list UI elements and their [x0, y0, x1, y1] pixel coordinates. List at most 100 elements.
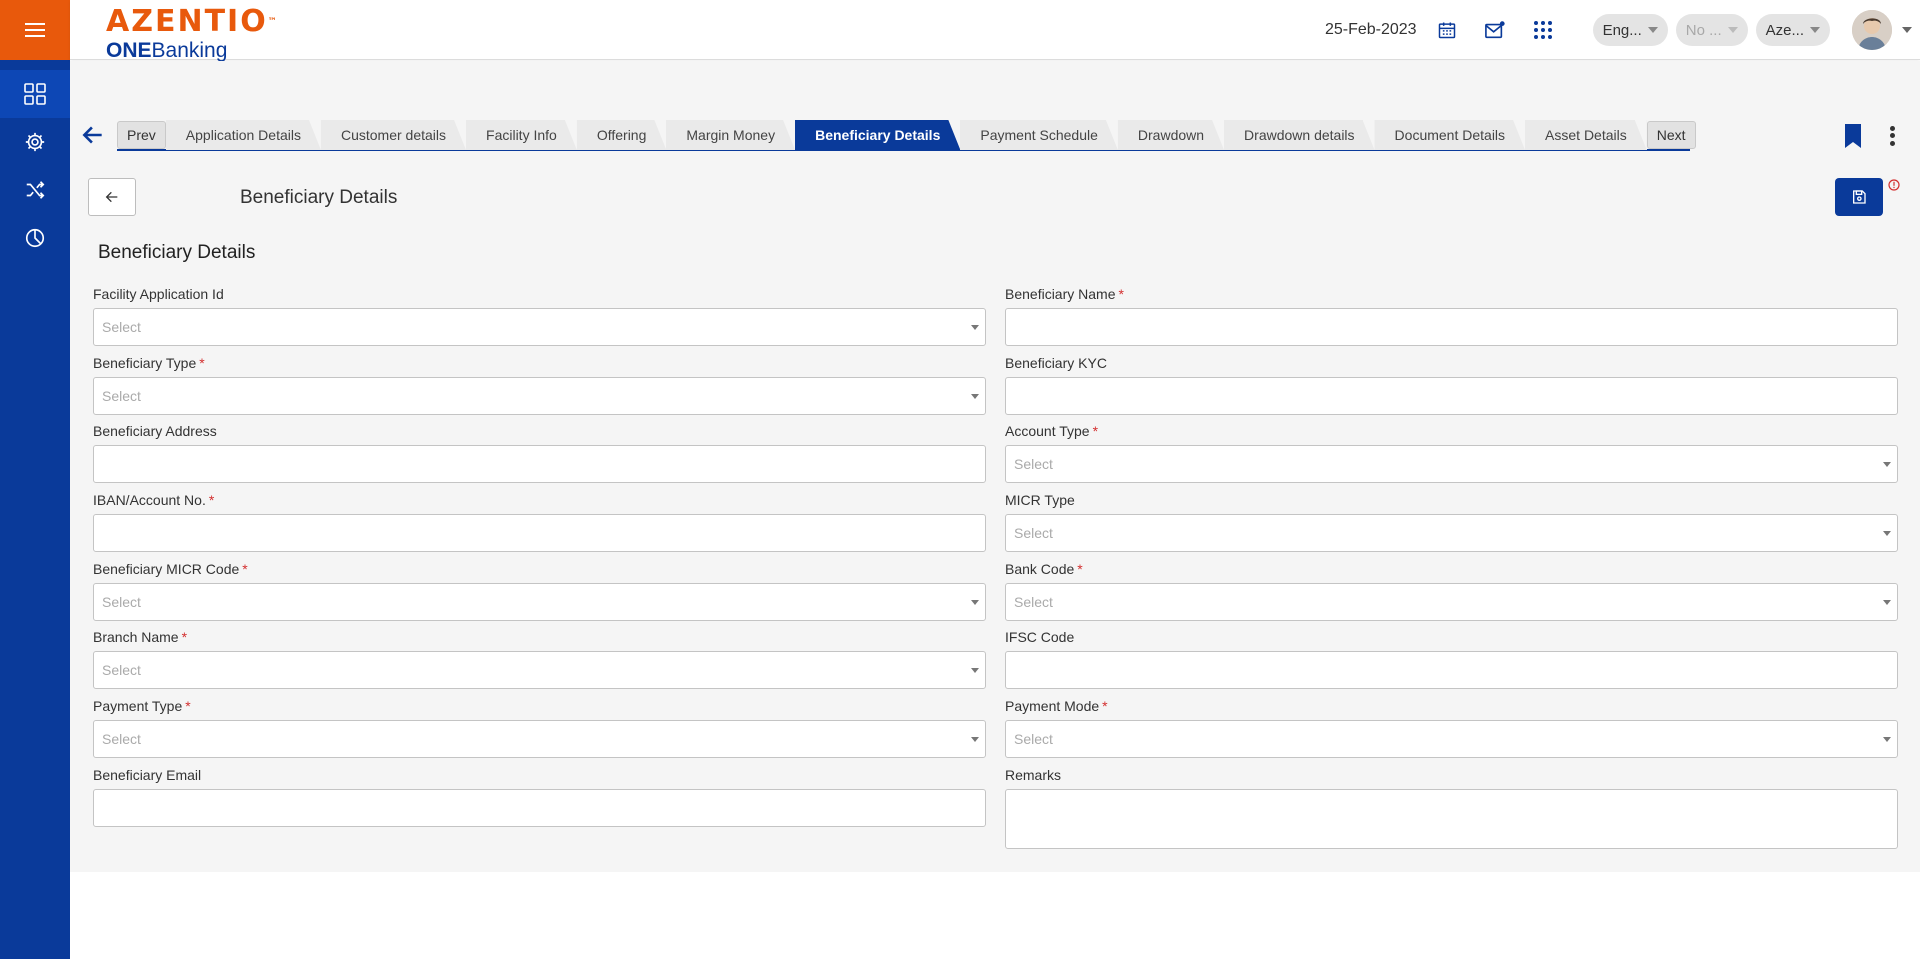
user-avatar[interactable]	[1852, 10, 1892, 50]
back-button[interactable]	[88, 178, 136, 216]
branch-name-select[interactable]: Select	[93, 651, 986, 690]
pie-chart-icon	[25, 228, 45, 248]
tab-application-details[interactable]: Application Details	[165, 120, 321, 150]
hamburger-menu-button[interactable]	[0, 0, 70, 60]
field-label: Beneficiary Email	[93, 766, 202, 783]
sidebar	[0, 0, 70, 959]
chevron-down-icon	[1727, 27, 1738, 33]
payment-mode-select[interactable]: Select	[1005, 720, 1898, 759]
language-select-value: Eng...	[1602, 21, 1642, 39]
beneficiary-name-input[interactable]	[1005, 308, 1898, 346]
tab-drawdown[interactable]: Drawdown	[1117, 120, 1225, 150]
field-label: Branch Name	[93, 629, 179, 646]
required-marker: *	[242, 560, 248, 577]
wizard-tabs: Prev Application Details Customer detail…	[117, 120, 1696, 151]
field-remarks: Remarks	[1005, 765, 1898, 849]
tab-beneficiary-details[interactable]: Beneficiary Details	[795, 120, 961, 150]
tab-asset-details[interactable]: Asset Details	[1525, 120, 1647, 150]
mail-notification-icon	[1484, 21, 1505, 39]
shuffle-icon	[26, 181, 45, 199]
language-select[interactable]: Eng...	[1592, 14, 1668, 46]
payment-type-select[interactable]: Select	[93, 720, 986, 759]
azentio-logo: AZENTIO™ ONEBanking	[106, 6, 277, 62]
tab-bar: Prev Application Details Customer detail…	[70, 120, 1920, 152]
entity-select-value: Aze...	[1765, 21, 1804, 39]
prev-button[interactable]: Prev	[117, 121, 166, 149]
tab-facility-info[interactable]: Facility Info	[466, 120, 577, 150]
field-beneficiary-micr-code: Beneficiary MICR Code * Select	[93, 559, 986, 628]
sidebar-item-settings[interactable]	[0, 118, 70, 166]
field-beneficiary-type: Beneficiary Type * Select	[93, 353, 986, 422]
tab-payment-schedule[interactable]: Payment Schedule	[960, 120, 1118, 150]
required-marker: *	[199, 354, 205, 371]
top-header: AZENTIO™ ONEBanking 25-Feb-2023 Eng... N…	[70, 0, 1920, 62]
tab-margin-money[interactable]: Margin Money	[666, 120, 796, 150]
required-marker: *	[1102, 698, 1108, 715]
error-info-icon	[1888, 179, 1900, 191]
field-ifsc-code: IFSC Code	[1005, 627, 1898, 696]
app-launcher-button[interactable]	[1523, 10, 1563, 50]
beneficiary-address-input[interactable]	[93, 445, 986, 484]
field-beneficiary-kyc: Beneficiary KYC	[1005, 353, 1898, 422]
save-button[interactable]	[1835, 178, 1883, 216]
sidebar-item-reports[interactable]	[0, 214, 70, 262]
micr-type-select[interactable]: Select	[1005, 514, 1898, 553]
more-options-icon[interactable]	[1882, 123, 1902, 149]
page-title: Beneficiary Details	[240, 187, 398, 208]
field-label: Facility Application Id	[93, 286, 224, 302]
field-beneficiary-name: Beneficiary Name *	[1005, 284, 1898, 353]
field-payment-type: Payment Type * Select	[93, 696, 986, 765]
tab-offering[interactable]: Offering	[576, 120, 667, 150]
section-title: Beneficiary Details	[98, 242, 256, 263]
bank-code-select[interactable]: Select	[1005, 582, 1898, 621]
beneficiary-type-select[interactable]: Select	[93, 376, 986, 415]
dashboard-grid-icon	[24, 83, 46, 105]
tab-customer-details[interactable]: Customer details	[320, 120, 467, 150]
iban-account-no-input[interactable]	[93, 514, 986, 553]
apps-grid-icon	[1533, 21, 1552, 39]
field-label: IBAN/Account No.	[93, 492, 206, 509]
field-iban-account-no: IBAN/Account No. *	[93, 490, 986, 559]
tab-document-details[interactable]: Document Details	[1374, 120, 1526, 150]
secondary-select-value: No ...	[1685, 21, 1722, 39]
field-bank-code: Bank Code * Select	[1005, 559, 1898, 628]
field-branch-name: Branch Name * Select	[93, 627, 986, 696]
field-label: MICR Type	[1005, 492, 1075, 509]
required-marker: *	[1118, 286, 1124, 302]
logo-sub-bold: ONE	[106, 39, 152, 62]
back-arrow-icon[interactable]	[80, 122, 106, 148]
facility-application-id-select[interactable]: Select	[93, 308, 986, 346]
field-label: Account Type	[1005, 423, 1090, 440]
field-facility-application-id: Facility Application Id Select	[93, 284, 986, 353]
beneficiary-email-input[interactable]	[93, 788, 986, 827]
bookmark-icon[interactable]	[1842, 123, 1864, 149]
calendar-button[interactable]	[1427, 10, 1467, 50]
beneficiary-kyc-input[interactable]	[1005, 376, 1898, 415]
required-marker: *	[181, 629, 188, 646]
entity-select[interactable]: Aze...	[1755, 14, 1830, 46]
secondary-select[interactable]: No ...	[1675, 14, 1748, 46]
sidebar-item-dashboard[interactable]	[0, 70, 70, 118]
remarks-textarea[interactable]	[1005, 788, 1898, 849]
required-marker: *	[208, 492, 215, 509]
tab-drawdown-details[interactable]: Drawdown details	[1224, 120, 1375, 150]
logo-wordmark: AZENTIO	[106, 4, 268, 39]
user-avatar-icon	[1852, 10, 1892, 50]
notifications-button[interactable]	[1475, 10, 1515, 50]
logo-trademark: ™	[267, 17, 277, 27]
field-label: Remarks	[1005, 766, 1062, 783]
chevron-down-icon	[1647, 27, 1658, 33]
settings-gear-icon	[25, 132, 45, 152]
field-micr-type: MICR Type Select	[1005, 490, 1898, 559]
ifsc-code-input[interactable]	[1005, 651, 1898, 690]
account-type-select[interactable]: Select	[1005, 445, 1898, 484]
user-menu-chevron-icon[interactable]	[1902, 27, 1912, 33]
main-content: Prev Application Details Customer detail…	[70, 61, 1920, 872]
field-label: Beneficiary Address	[93, 423, 217, 440]
next-button[interactable]: Next	[1646, 121, 1696, 149]
field-label: IFSC Code	[1005, 629, 1075, 646]
sidebar-item-shuffle[interactable]	[0, 166, 70, 214]
calendar-icon	[1438, 22, 1455, 39]
beneficiary-micr-code-select[interactable]: Select	[93, 582, 986, 621]
field-payment-mode: Payment Mode * Select	[1005, 696, 1898, 765]
